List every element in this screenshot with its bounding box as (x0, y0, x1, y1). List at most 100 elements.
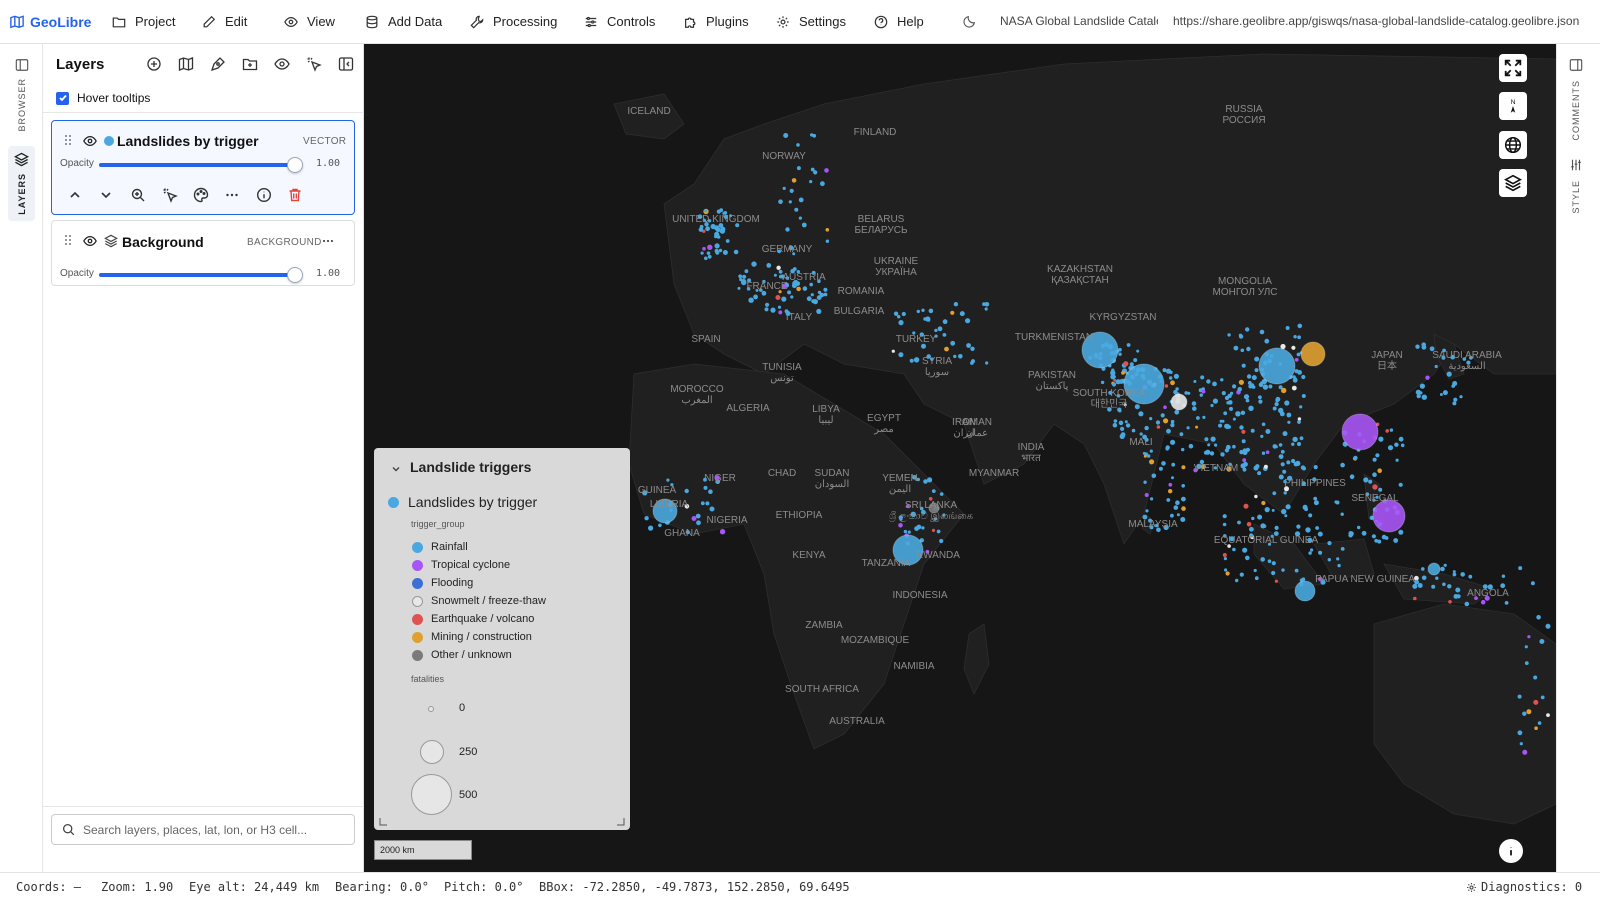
landslide-point (700, 251, 704, 255)
hover-tooltips-checkbox[interactable] (56, 91, 69, 105)
landslide-point (1199, 393, 1203, 397)
resize-handle-icon[interactable] (617, 818, 625, 826)
globe-button[interactable] (1499, 131, 1527, 159)
fullscreen-button[interactable] (1499, 54, 1527, 82)
menu-project[interactable]: Project (112, 0, 202, 44)
landslide-point (1166, 498, 1171, 502)
landslide-point (658, 523, 662, 528)
landslide-point (1249, 526, 1254, 532)
menu-settings[interactable]: Settings (776, 0, 874, 44)
landslide-point (1293, 335, 1297, 339)
add-group-button[interactable] (234, 52, 266, 76)
landslide-point (1235, 411, 1241, 417)
identify-layer-button[interactable] (162, 187, 178, 203)
legend-item-label: Flooding (431, 577, 474, 589)
move-up-button[interactable] (67, 187, 83, 203)
menu-help[interactable]: Help (874, 0, 944, 44)
map-label: MALAYSIA (1128, 519, 1178, 530)
map-label: MONGOLIA МОНГОЛ УЛС (1212, 276, 1278, 298)
drag-handle-icon[interactable] (64, 234, 72, 246)
more-options-button[interactable] (224, 187, 240, 203)
move-down-button[interactable] (98, 187, 114, 203)
landslide-point (1166, 428, 1171, 434)
hover-tooltips-label: Hover tooltips (77, 91, 151, 105)
toggle-visibility-button[interactable] (266, 52, 298, 76)
layer-name[interactable]: Landslides by trigger (117, 133, 259, 149)
identify-button[interactable] (298, 52, 330, 76)
menu-view[interactable]: View (284, 0, 365, 44)
zoom-to-layer-button[interactable] (130, 187, 146, 203)
landslide-point (1246, 521, 1252, 527)
visibility-eye-icon[interactable] (83, 134, 97, 148)
map-label: GHANA (664, 528, 700, 539)
menu-plugins[interactable]: Plugins (683, 0, 776, 44)
landslide-point (705, 226, 710, 232)
panel-icon (1569, 59, 1583, 71)
panel-divider (43, 112, 364, 113)
landslide-point (1170, 439, 1176, 445)
rail-tab-browser[interactable]: BROWSER (8, 58, 35, 132)
layer-type-badge: BACKGROUND (247, 237, 322, 248)
opacity-slider-thumb[interactable] (287, 267, 303, 283)
theme-toggle-icon[interactable] (963, 14, 977, 28)
layer-name[interactable]: Background (122, 234, 204, 250)
basemap-button[interactable] (170, 52, 202, 76)
opacity-slider-track[interactable] (99, 273, 295, 277)
landslide-point (733, 249, 739, 255)
landslide-point (781, 296, 787, 302)
map-legend: Landslide triggers Landslides by trigger… (374, 448, 630, 830)
legend-item-label: Other / unknown (431, 649, 512, 661)
app-brand[interactable]: GeoLibre (0, 14, 100, 30)
landslide-point (1279, 411, 1285, 417)
landslide-point (1313, 465, 1318, 470)
landslide-point (1126, 343, 1131, 347)
landslide-point (965, 318, 971, 324)
layer-card-background[interactable]: Background BACKGROUND Opacity 1.00 (51, 220, 355, 286)
landslide-point (1125, 423, 1131, 428)
landslide-point (738, 274, 743, 279)
landslide-point (1145, 509, 1149, 513)
landslide-point (1161, 461, 1166, 466)
style-layer-button[interactable] (193, 187, 209, 203)
landslide-point (1226, 401, 1230, 405)
compass-button[interactable]: N (1499, 92, 1527, 120)
layer-info-button[interactable] (256, 187, 272, 203)
status-diagnostics[interactable]: Diagnostics: 0 (1466, 880, 1582, 894)
more-horizontal-icon[interactable] (321, 234, 335, 248)
layer-switcher-button[interactable] (1499, 169, 1527, 197)
layer-card-landslides[interactable]: Landslides by trigger VECTOR Opacity 1.0… (51, 120, 355, 215)
menu-controls[interactable]: Controls (584, 0, 683, 44)
map-label: ZAMBIA (805, 620, 843, 631)
map-label: OMAN عمان (962, 417, 992, 439)
project-url[interactable]: https://share.geolibre.app/giswqs/nasa-g… (1173, 14, 1579, 28)
landslide-point (1232, 384, 1236, 388)
rail-tab-comments[interactable]: COMMENTS (1569, 58, 1583, 141)
hover-tooltips-toggle[interactable]: Hover tooltips (56, 91, 150, 105)
menu-add-data[interactable]: Add Data (365, 0, 470, 44)
visibility-eye-icon[interactable] (83, 234, 97, 248)
drag-handle-icon[interactable] (64, 134, 72, 146)
map-canvas[interactable]: ICELAND FINLAND NORWAY RUSSIA РОССИЯ UNITED … (364, 44, 1556, 872)
rail-tab-layers[interactable]: LAYERS (8, 146, 35, 221)
opacity-slider-thumb[interactable] (287, 157, 303, 173)
menu-edit[interactable]: Edit (202, 0, 284, 44)
menu-processing[interactable]: Processing (470, 0, 584, 44)
resize-handle-icon[interactable] (379, 818, 387, 826)
attribution-info-button[interactable] (1499, 839, 1523, 863)
landslide-point (1246, 374, 1252, 379)
map-label: EGYPT مصر (867, 413, 901, 435)
landslide-point (714, 225, 720, 231)
layer-type-badge: VECTOR (303, 136, 347, 147)
opacity-slider-track[interactable] (99, 163, 295, 167)
layer-search-box[interactable] (51, 814, 355, 845)
chevron-down-icon[interactable] (390, 463, 402, 475)
legend-category-field: trigger_group (411, 519, 465, 529)
map-label: LIBYA ليبيا (812, 404, 840, 426)
legend-item-label: Snowmelt / freeze-thaw (431, 595, 546, 607)
draw-button[interactable] (202, 52, 234, 76)
delete-layer-button[interactable] (287, 187, 303, 203)
collapse-panel-button[interactable] (330, 52, 362, 76)
layer-search-input[interactable] (83, 822, 343, 837)
rail-tab-style[interactable]: STYLE (1569, 158, 1583, 214)
add-layer-button[interactable] (138, 52, 170, 76)
